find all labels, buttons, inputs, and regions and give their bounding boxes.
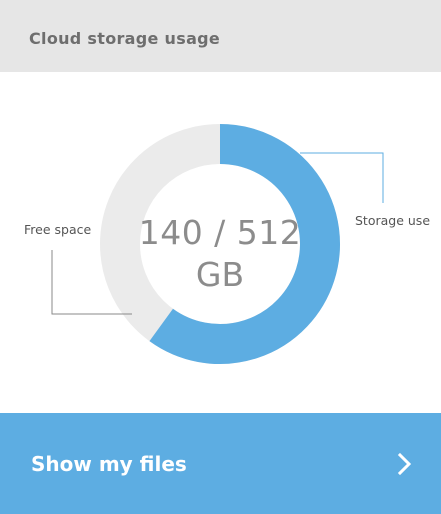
- free-space-label: Free space: [24, 222, 92, 237]
- header: Cloud storage usage: [0, 0, 441, 72]
- storage-chart: 140 / 512 GB Free space Storage use: [0, 72, 441, 413]
- show-my-files-button[interactable]: Show my files: [0, 413, 441, 514]
- chevron-right-icon: [397, 452, 412, 476]
- storage-use-label: Storage use: [355, 213, 431, 228]
- storage-widget: Cloud storage usage 140 / 512 GB Free sp…: [0, 0, 441, 514]
- show-my-files-label: Show my files: [31, 452, 187, 476]
- header-title: Cloud storage usage: [29, 29, 221, 48]
- usage-value: 140 / 512: [138, 213, 302, 252]
- usage-unit: GB: [195, 255, 245, 294]
